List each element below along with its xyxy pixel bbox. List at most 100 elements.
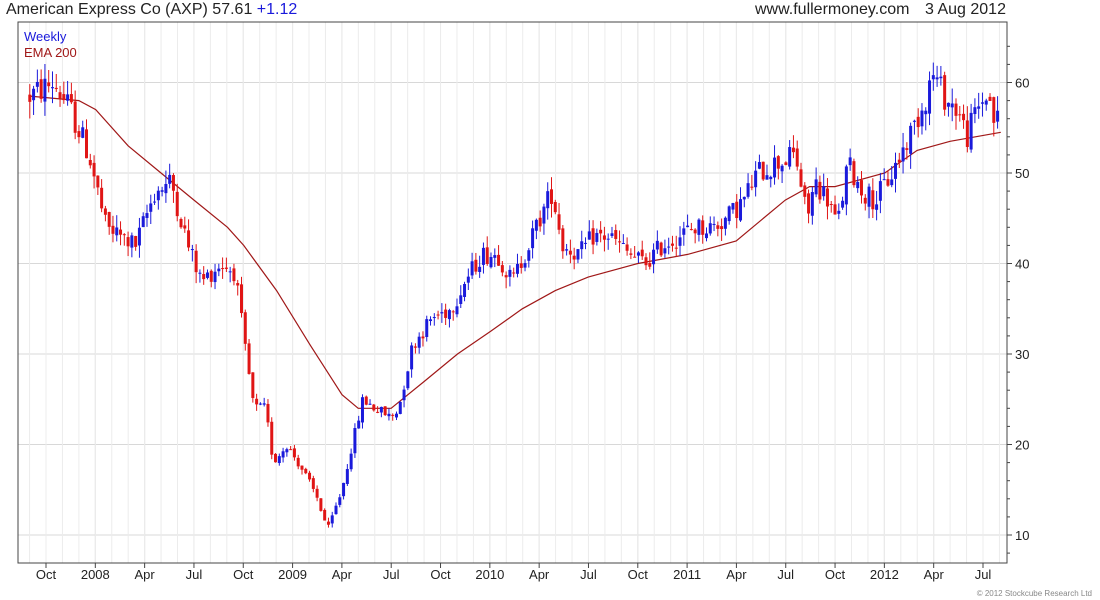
candle-body — [300, 465, 304, 470]
candle-body — [28, 94, 32, 102]
x-tick-label: Apr — [529, 567, 550, 582]
candle-body — [508, 269, 512, 277]
candle-body — [281, 451, 285, 458]
candle-body — [209, 270, 213, 282]
candle-body — [909, 125, 913, 154]
ema-200-line — [29, 95, 1001, 409]
candle-body — [224, 267, 228, 269]
candle-body — [360, 397, 364, 423]
candle-body — [194, 250, 198, 273]
candle-body — [353, 428, 357, 454]
candle-body — [387, 413, 391, 417]
candle-body — [587, 231, 591, 240]
candle-body — [773, 157, 777, 178]
candle-body — [791, 147, 795, 153]
candle-body — [795, 148, 799, 167]
candle-body — [512, 272, 516, 274]
candle-body — [742, 196, 746, 200]
candle-body — [345, 469, 349, 484]
candle-body — [338, 497, 342, 505]
candle-body — [455, 306, 459, 315]
candle-body — [383, 406, 387, 416]
candle-body — [810, 192, 814, 216]
candle-body — [984, 100, 988, 105]
candle-body — [134, 235, 138, 247]
candle-body — [379, 406, 383, 413]
candle-body — [875, 204, 879, 210]
candle-body — [296, 457, 300, 467]
candle-body — [871, 190, 875, 210]
candle-body — [251, 372, 255, 398]
candle-body — [640, 249, 644, 257]
y-tick-label: 30 — [1015, 347, 1029, 362]
candle-body — [780, 165, 784, 172]
candle-body — [319, 498, 323, 511]
candle-body — [652, 249, 656, 265]
candle-body — [670, 243, 674, 246]
candle-body — [213, 271, 217, 283]
candle-body — [47, 82, 51, 87]
candle-body — [262, 403, 266, 405]
candle-body — [141, 216, 145, 228]
price-chart: 102030405060 Oct 2008 Apr Jul Oct 2009 Apr Jul O… — [17, 21, 1029, 582]
candle-body — [270, 421, 274, 455]
candle-body — [931, 75, 935, 80]
candle-body — [470, 261, 474, 276]
candle-body — [712, 223, 716, 225]
candle-body — [349, 453, 353, 470]
candle-body — [678, 237, 682, 246]
candle-body — [179, 218, 183, 228]
y-axis-ticks: 10 20 30 40 50 60 — [1007, 45, 1029, 554]
candle-body — [357, 420, 361, 429]
candle-body — [69, 94, 73, 103]
candle-body — [822, 186, 826, 197]
candle-body — [674, 247, 678, 249]
site-url[interactable]: www.fullermoney.com — [755, 0, 909, 20]
candle-body — [901, 147, 905, 162]
candle-body — [436, 314, 440, 316]
candle-body — [111, 225, 115, 234]
candle-body — [629, 253, 633, 255]
last-price: 57.61 — [212, 1, 253, 18]
candle-body — [837, 210, 841, 214]
candle-body — [697, 219, 701, 235]
x-tick-label: 2010 — [475, 567, 504, 582]
y-tick-label: 60 — [1015, 76, 1029, 91]
candle-body — [292, 448, 296, 458]
x-tick-label: Oct — [430, 567, 451, 582]
candle-body — [440, 312, 444, 314]
candle-body — [584, 242, 588, 244]
candle-body — [103, 208, 107, 215]
candle-body — [863, 197, 867, 204]
candle-body — [980, 102, 984, 104]
candle-body — [534, 219, 538, 231]
candle-body — [315, 488, 319, 498]
candle-body — [88, 159, 92, 166]
candle-body — [636, 252, 640, 256]
candle-body — [716, 225, 720, 229]
candle-body — [504, 275, 508, 278]
candle-body — [935, 77, 939, 80]
candle-body — [81, 127, 85, 138]
candle-body — [459, 295, 463, 304]
candle-body — [754, 170, 758, 188]
candle-body — [969, 112, 973, 150]
candle-body — [655, 240, 659, 250]
candle-body — [421, 336, 425, 339]
candle-body — [85, 129, 89, 159]
candle-body — [553, 202, 557, 213]
candle-body — [633, 256, 637, 258]
candle-body — [818, 181, 822, 200]
candle-body — [682, 228, 686, 235]
candle-body — [372, 404, 376, 411]
candle-body — [538, 217, 542, 227]
price-change: +1.12 — [256, 1, 298, 18]
candle-body — [576, 249, 580, 260]
candle-body — [848, 157, 852, 166]
candle-body — [255, 398, 259, 405]
candle-body — [867, 186, 871, 207]
candle-body — [153, 201, 157, 203]
x-tick-label: Oct — [36, 567, 57, 582]
candle-body — [897, 159, 901, 163]
candle-body — [735, 201, 739, 219]
